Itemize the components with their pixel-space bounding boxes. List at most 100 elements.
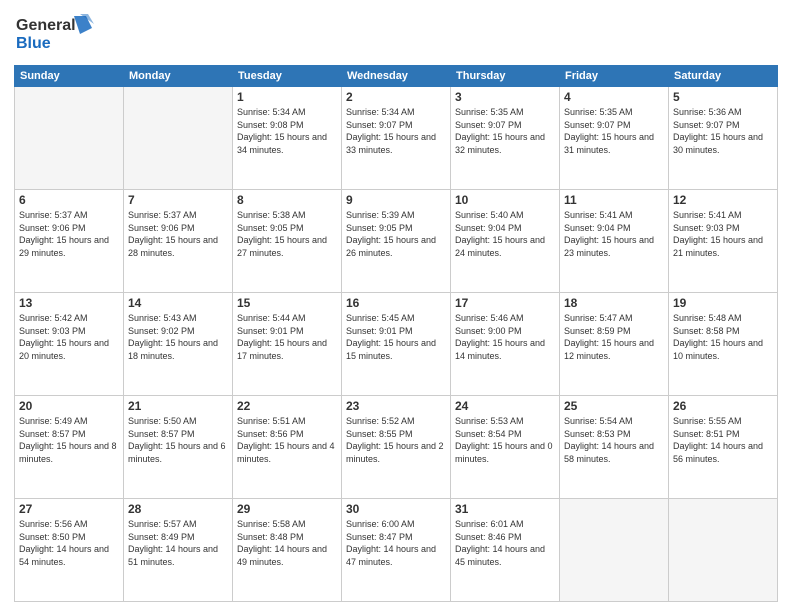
calendar-cell bbox=[124, 87, 233, 190]
weekday-friday: Friday bbox=[560, 66, 669, 87]
day-number: 28 bbox=[128, 502, 228, 516]
calendar-cell: 9 Sunrise: 5:39 AM Sunset: 9:05 PM Daylig… bbox=[342, 190, 451, 293]
calendar-cell: 7 Sunrise: 5:37 AM Sunset: 9:06 PM Daylig… bbox=[124, 190, 233, 293]
day-number: 17 bbox=[455, 296, 555, 310]
calendar-cell: 31Sunrise: 6:01 AM Sunset: 8:46 PM Dayli… bbox=[451, 499, 560, 602]
cell-details: Sunrise: 5:46 AM Sunset: 9:00 PM Dayligh… bbox=[455, 312, 555, 362]
day-number: 1 bbox=[237, 90, 337, 104]
day-number: 23 bbox=[346, 399, 446, 413]
day-number: 10 bbox=[455, 193, 555, 207]
weekday-header-row: SundayMondayTuesdayWednesdayThursdayFrid… bbox=[15, 66, 778, 87]
logo-icon: General Blue bbox=[14, 10, 104, 54]
cell-details: Sunrise: 5:52 AM Sunset: 8:55 PM Dayligh… bbox=[346, 415, 446, 465]
day-number: 19 bbox=[673, 296, 773, 310]
calendar-cell: 24Sunrise: 5:53 AM Sunset: 8:54 PM Dayli… bbox=[451, 396, 560, 499]
cell-details: Sunrise: 5:47 AM Sunset: 8:59 PM Dayligh… bbox=[564, 312, 664, 362]
calendar-cell: 26Sunrise: 5:55 AM Sunset: 8:51 PM Dayli… bbox=[669, 396, 778, 499]
cell-details: Sunrise: 5:48 AM Sunset: 8:58 PM Dayligh… bbox=[673, 312, 773, 362]
day-number: 7 bbox=[128, 193, 228, 207]
cell-details: Sunrise: 5:44 AM Sunset: 9:01 PM Dayligh… bbox=[237, 312, 337, 362]
weekday-saturday: Saturday bbox=[669, 66, 778, 87]
calendar-cell bbox=[669, 499, 778, 602]
week-row-3: 13 Sunrise: 5:42 AM Sunset: 9:03 PM Dayli… bbox=[15, 293, 778, 396]
calendar-cell: 25 Sunrise: 5:54 AM Sunset: 8:53 PM Dayli… bbox=[560, 396, 669, 499]
calendar-cell: 21 Sunrise: 5:50 AM Sunset: 8:57 PM Dayli… bbox=[124, 396, 233, 499]
cell-details: Sunrise: 5:40 AM Sunset: 9:04 PM Dayligh… bbox=[455, 209, 555, 259]
cell-details: Sunrise: 5:36 AM Sunset: 9:07 PM Dayligh… bbox=[673, 106, 773, 156]
day-number: 22 bbox=[237, 399, 337, 413]
day-number: 27 bbox=[19, 502, 119, 516]
weekday-sunday: Sunday bbox=[15, 66, 124, 87]
calendar-cell: 22Sunrise: 5:51 AM Sunset: 8:56 PM Dayli… bbox=[233, 396, 342, 499]
day-number: 9 bbox=[346, 193, 446, 207]
cell-details: Sunrise: 5:43 AM Sunset: 9:02 PM Dayligh… bbox=[128, 312, 228, 362]
cell-details: Sunrise: 5:41 AM Sunset: 9:04 PM Dayligh… bbox=[564, 209, 664, 259]
calendar-cell: 29 Sunrise: 5:58 AM Sunset: 8:48 PM Dayli… bbox=[233, 499, 342, 602]
calendar-cell: 6Sunrise: 5:37 AM Sunset: 9:06 PM Daylig… bbox=[15, 190, 124, 293]
calendar-cell: 5Sunrise: 5:36 AM Sunset: 9:07 PM Daylig… bbox=[669, 87, 778, 190]
calendar-cell: 17 Sunrise: 5:46 AM Sunset: 9:00 PM Dayli… bbox=[451, 293, 560, 396]
weekday-thursday: Thursday bbox=[451, 66, 560, 87]
day-number: 13 bbox=[19, 296, 119, 310]
cell-details: Sunrise: 5:54 AM Sunset: 8:53 PM Dayligh… bbox=[564, 415, 664, 465]
calendar-cell: 19 Sunrise: 5:48 AM Sunset: 8:58 PM Dayli… bbox=[669, 293, 778, 396]
calendar-cell: 13 Sunrise: 5:42 AM Sunset: 9:03 PM Dayli… bbox=[15, 293, 124, 396]
weekday-tuesday: Tuesday bbox=[233, 66, 342, 87]
calendar-cell: 18 Sunrise: 5:47 AM Sunset: 8:59 PM Dayli… bbox=[560, 293, 669, 396]
cell-details: Sunrise: 5:34 AM Sunset: 9:07 PM Dayligh… bbox=[346, 106, 446, 156]
calendar-cell: 4 Sunrise: 5:35 AM Sunset: 9:07 PM Daylig… bbox=[560, 87, 669, 190]
calendar-cell: 14 Sunrise: 5:43 AM Sunset: 9:02 PM Dayli… bbox=[124, 293, 233, 396]
calendar-cell bbox=[15, 87, 124, 190]
cell-details: Sunrise: 5:35 AM Sunset: 9:07 PM Dayligh… bbox=[455, 106, 555, 156]
cell-details: Sunrise: 5:45 AM Sunset: 9:01 PM Dayligh… bbox=[346, 312, 446, 362]
calendar-cell: 28Sunrise: 5:57 AM Sunset: 8:49 PM Dayli… bbox=[124, 499, 233, 602]
calendar-table: SundayMondayTuesdayWednesdayThursdayFrid… bbox=[14, 65, 778, 602]
day-number: 3 bbox=[455, 90, 555, 104]
cell-details: Sunrise: 5:35 AM Sunset: 9:07 PM Dayligh… bbox=[564, 106, 664, 156]
calendar-cell: 11 Sunrise: 5:41 AM Sunset: 9:04 PM Dayli… bbox=[560, 190, 669, 293]
cell-details: Sunrise: 5:56 AM Sunset: 8:50 PM Dayligh… bbox=[19, 518, 119, 568]
day-number: 29 bbox=[237, 502, 337, 516]
day-number: 30 bbox=[346, 502, 446, 516]
cell-details: Sunrise: 5:34 AM Sunset: 9:08 PM Dayligh… bbox=[237, 106, 337, 156]
day-number: 8 bbox=[237, 193, 337, 207]
svg-text:General: General bbox=[16, 17, 76, 34]
week-row-5: 27 Sunrise: 5:56 AM Sunset: 8:50 PM Dayli… bbox=[15, 499, 778, 602]
calendar-cell: 15 Sunrise: 5:44 AM Sunset: 9:01 PM Dayli… bbox=[233, 293, 342, 396]
day-number: 31 bbox=[455, 502, 555, 516]
cell-details: Sunrise: 5:39 AM Sunset: 9:05 PM Dayligh… bbox=[346, 209, 446, 259]
day-number: 14 bbox=[128, 296, 228, 310]
week-row-2: 6Sunrise: 5:37 AM Sunset: 9:06 PM Daylig… bbox=[15, 190, 778, 293]
day-number: 24 bbox=[455, 399, 555, 413]
cell-details: Sunrise: 5:37 AM Sunset: 9:06 PM Dayligh… bbox=[128, 209, 228, 259]
day-number: 25 bbox=[564, 399, 664, 413]
calendar-cell: 1 Sunrise: 5:34 AM Sunset: 9:08 PM Daylig… bbox=[233, 87, 342, 190]
calendar-cell: 20 Sunrise: 5:49 AM Sunset: 8:57 PM Dayli… bbox=[15, 396, 124, 499]
cell-details: Sunrise: 5:49 AM Sunset: 8:57 PM Dayligh… bbox=[19, 415, 119, 465]
day-number: 12 bbox=[673, 193, 773, 207]
day-number: 15 bbox=[237, 296, 337, 310]
cell-details: Sunrise: 5:50 AM Sunset: 8:57 PM Dayligh… bbox=[128, 415, 228, 465]
calendar-cell: 12Sunrise: 5:41 AM Sunset: 9:03 PM Dayli… bbox=[669, 190, 778, 293]
day-number: 18 bbox=[564, 296, 664, 310]
day-number: 4 bbox=[564, 90, 664, 104]
day-number: 26 bbox=[673, 399, 773, 413]
page: General Blue SundayMondayTuesdayWednesda… bbox=[0, 0, 792, 612]
calendar-cell bbox=[560, 499, 669, 602]
day-number: 11 bbox=[564, 193, 664, 207]
week-row-1: 1 Sunrise: 5:34 AM Sunset: 9:08 PM Daylig… bbox=[15, 87, 778, 190]
calendar-cell: 8 Sunrise: 5:38 AM Sunset: 9:05 PM Daylig… bbox=[233, 190, 342, 293]
day-number: 21 bbox=[128, 399, 228, 413]
cell-details: Sunrise: 5:42 AM Sunset: 9:03 PM Dayligh… bbox=[19, 312, 119, 362]
calendar-cell: 30Sunrise: 6:00 AM Sunset: 8:47 PM Dayli… bbox=[342, 499, 451, 602]
week-row-4: 20 Sunrise: 5:49 AM Sunset: 8:57 PM Dayli… bbox=[15, 396, 778, 499]
cell-details: Sunrise: 5:58 AM Sunset: 8:48 PM Dayligh… bbox=[237, 518, 337, 568]
svg-text:Blue: Blue bbox=[16, 35, 51, 52]
calendar-cell: 3 Sunrise: 5:35 AM Sunset: 9:07 PM Daylig… bbox=[451, 87, 560, 190]
calendar-cell: 16 Sunrise: 5:45 AM Sunset: 9:01 PM Dayli… bbox=[342, 293, 451, 396]
day-number: 20 bbox=[19, 399, 119, 413]
cell-details: Sunrise: 5:37 AM Sunset: 9:06 PM Dayligh… bbox=[19, 209, 119, 259]
calendar-cell: 2Sunrise: 5:34 AM Sunset: 9:07 PM Daylig… bbox=[342, 87, 451, 190]
day-number: 16 bbox=[346, 296, 446, 310]
cell-details: Sunrise: 5:38 AM Sunset: 9:05 PM Dayligh… bbox=[237, 209, 337, 259]
